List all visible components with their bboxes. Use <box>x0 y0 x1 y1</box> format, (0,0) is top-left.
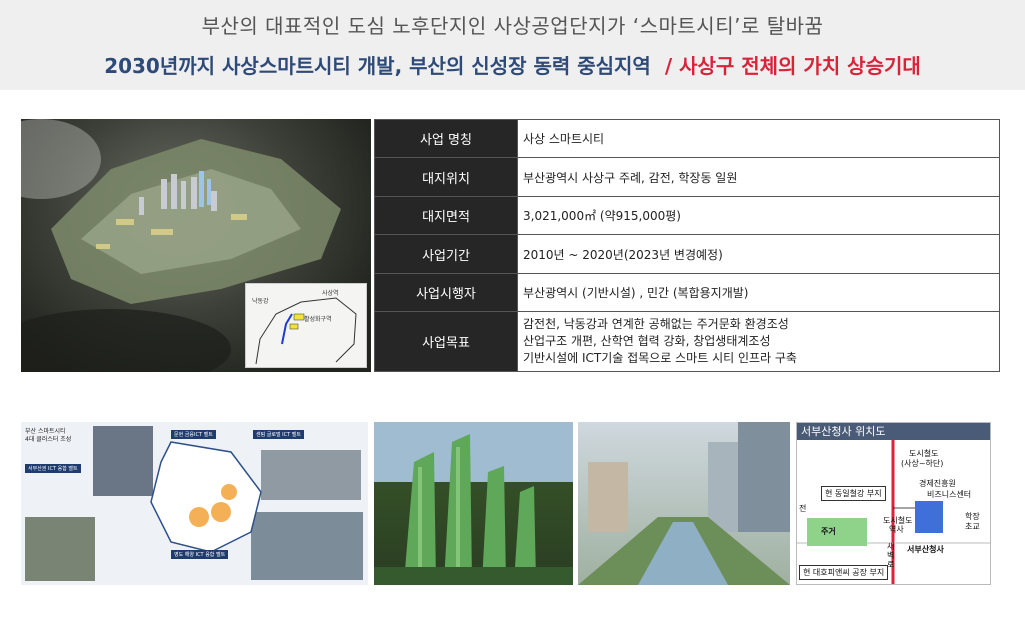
inset-label-river: 낙동강 <box>252 298 269 305</box>
aerial-rendering-image: 낙동강 사상역 활성화구역 <box>21 119 371 372</box>
table-key: 사업시행자 <box>374 272 518 313</box>
table-row: 대지위치 부산광역시 사상구 주례, 감전, 학장동 일원 <box>374 157 1000 197</box>
stream-rendering-image <box>578 422 790 585</box>
cluster-label-munhyeon: 문현 금융ICT 벨트 <box>171 430 216 439</box>
cluster-subtitle: 4대 클러스터 조성 <box>25 436 72 443</box>
table-row: 사업시행자 부산광역시 (기반시설) , 민간 (복합용지개발) <box>374 272 1000 313</box>
table-key: 대지면적 <box>374 195 518 236</box>
table-row: 사업 명칭 사상 스마트시티 <box>374 118 1000 159</box>
table-value: 사상 스마트시티 <box>517 118 1000 159</box>
goal-line: 감전천, 낙동강과 연계한 공해없는 주거문화 환경조성 <box>523 317 789 332</box>
map-label-jeon: 전 <box>799 504 807 513</box>
goal-line: 기반시설에 ICT기술 접목으로 스마트 시티 인프라 구축 <box>523 351 797 366</box>
location-map: 서부산청사 위치도 도시철도 (사상~하단) 경제진흥원 비즈니스센터 현 동일… <box>796 422 991 585</box>
inset-label-station: 사상역 <box>322 290 339 297</box>
cluster-diagram-image: 부산 스마트시티 4대 클러스터 조성 서부산권 ICT 융합 벨트 문현 금융… <box>21 422 368 585</box>
map-label-station2: 역사 <box>889 525 904 534</box>
map-label-econ: 경제진흥원 <box>919 479 956 488</box>
tower-rendering-drawing <box>374 422 573 585</box>
header-title: 부산의 대표적인 도심 노후단지인 사상공업단지가 ‘스마트시티’로 탈바꿈 <box>201 14 824 38</box>
project-info-table: 사업 명칭 사상 스마트시티 대지위치 부산광역시 사상구 주례, 감전, 학장… <box>374 118 1000 372</box>
map-label-biz: 비즈니스센터 <box>927 490 972 499</box>
cluster-diagram-drawing <box>21 422 368 585</box>
inset-label-zone: 활성화구역 <box>304 316 332 323</box>
table-key: 사업 명칭 <box>374 118 518 159</box>
table-key: 대지위치 <box>374 157 518 197</box>
table-value-goals: 감전천, 낙동강과 연계한 공해없는 주거문화 환경조성 산업구조 개편, 산학… <box>517 311 1000 372</box>
header-banner: 부산의 대표적인 도심 노후단지인 사상공업단지가 ‘스마트시티’로 탈바꿈 2… <box>0 0 1025 90</box>
tower-rendering-image <box>374 422 573 585</box>
table-value: 2010년 ~ 2020년(2023년 변경예정) <box>517 234 1000 274</box>
table-row: 사업목표 감전천, 낙동강과 연계한 공해없는 주거문화 환경조성 산업구조 개… <box>374 311 1000 372</box>
map-label-subway-dir: (사상~하단) <box>901 459 944 468</box>
map-label-office: 서부산청사 <box>907 545 944 554</box>
goal-line: 산업구조 개편, 산학연 협력 강화, 창업생태계조성 <box>523 334 771 349</box>
table-value: 부산광역시 (기반시설) , 민간 (복합용지개발) <box>517 272 1000 313</box>
table-row: 사업기간 2010년 ~ 2020년(2023년 변경예정) <box>374 234 1000 274</box>
header-subtitle-accent: / 사상구 전체의 가치 상승기대 <box>664 54 921 78</box>
cluster-label-yeongdo: 영도 해양 ICT 융합 벨트 <box>171 550 229 559</box>
cluster-label-west: 서부산권 ICT 융합 벨트 <box>25 464 81 473</box>
header-subtitle: 2030년까지 사상스마트시티 개발, 부산의 신성장 동력 중심지역 / 사상구… <box>0 50 1025 79</box>
header-subtitle-main: 2030년까지 사상스마트시티 개발, 부산의 신성장 동력 중심지역 <box>104 54 651 78</box>
map-label-school2: 초교 <box>965 522 980 531</box>
map-label-steel-site: 현 동일철강 부지 <box>821 486 886 501</box>
table-key: 사업목표 <box>374 311 518 372</box>
table-value: 3,021,000㎡ (약915,000평) <box>517 195 1000 236</box>
stream-rendering-drawing <box>578 422 790 585</box>
table-row: 대지면적 3,021,000㎡ (약915,000평) <box>374 195 1000 236</box>
table-key: 사업기간 <box>374 234 518 274</box>
table-value: 부산광역시 사상구 주례, 감전, 학장동 일원 <box>517 157 1000 197</box>
cluster-label-centum: 센텀 글로벌 ICT 벨트 <box>253 430 304 439</box>
map-label-residential: 주거 <box>821 527 836 536</box>
site-location-inset-map: 낙동강 사상역 활성화구역 <box>245 283 367 368</box>
map-label-factory-site: 현 대호피앤씨 공장 부지 <box>799 565 889 580</box>
